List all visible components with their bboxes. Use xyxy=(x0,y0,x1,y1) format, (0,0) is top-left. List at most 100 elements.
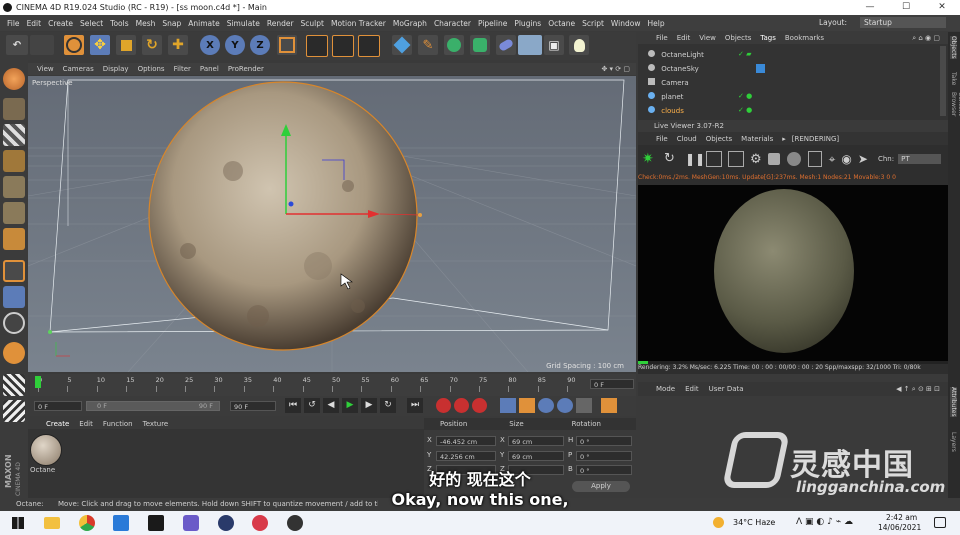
viewport-menu-filter[interactable]: Filter xyxy=(174,65,191,73)
teams-icon[interactable] xyxy=(183,515,199,531)
next-frame-icon[interactable]: ▶ xyxy=(361,398,377,413)
menu-mograph[interactable]: MoGraph xyxy=(393,19,427,28)
restart-render-icon[interactable]: ↻ xyxy=(664,151,680,167)
autokey-icon[interactable] xyxy=(454,398,469,413)
minimize-button[interactable]: — xyxy=(852,0,888,15)
recent-tool-icon[interactable]: ✚ xyxy=(168,35,188,55)
size-x-field[interactable]: 69 cm xyxy=(508,436,564,446)
tab-content-browser[interactable]: Content Browser xyxy=(950,92,960,132)
light-icon[interactable] xyxy=(569,35,589,55)
object-row-selected[interactable]: clouds ✓ ● xyxy=(648,106,938,118)
lv-menu-arrow[interactable]: ▸ xyxy=(782,135,786,143)
record-active-icon[interactable] xyxy=(436,398,451,413)
render-region-icon[interactable] xyxy=(706,151,722,167)
menu-edit[interactable]: Edit xyxy=(27,19,42,28)
attr-menu-userdata[interactable]: User Data xyxy=(709,385,744,393)
material-menu-texture[interactable]: Texture xyxy=(143,420,169,428)
terminal-app-icon[interactable] xyxy=(148,515,164,531)
notification-icon[interactable] xyxy=(934,517,946,528)
send-scene-icon[interactable]: ✷ xyxy=(642,151,658,167)
menu-tools[interactable]: Tools xyxy=(110,19,128,28)
previous-key-icon[interactable]: ↺ xyxy=(304,398,320,413)
objects-menu-edit[interactable]: Edit xyxy=(677,34,691,42)
key-rotate-icon[interactable] xyxy=(538,398,554,413)
start-frame-field[interactable]: 0 F xyxy=(34,401,82,411)
objects-menu-objects[interactable]: Objects xyxy=(725,34,751,42)
scale-tool-icon[interactable] xyxy=(116,35,136,55)
system-tray-icons[interactable]: ᐱ ▣ ◐ ♪ ⌁ ☁ xyxy=(796,517,853,527)
redo-button[interactable] xyxy=(30,35,54,55)
tab-layers[interactable]: Layers xyxy=(950,432,957,452)
grid-lock-icon[interactable] xyxy=(3,374,25,396)
render-settings-icon[interactable] xyxy=(358,35,380,57)
timeline-ruler[interactable]: 051015202530354045505560657075808590 0 F xyxy=(30,374,636,396)
magnet-icon[interactable] xyxy=(3,342,25,364)
maximize-button[interactable]: ☐ xyxy=(888,0,924,15)
clock-time[interactable]: 2:42 am xyxy=(886,513,917,522)
material-swatch[interactable] xyxy=(30,434,62,466)
workplane-snap-icon[interactable] xyxy=(3,400,25,422)
file-explorer-icon[interactable] xyxy=(44,517,60,529)
material-ball-icon[interactable] xyxy=(786,152,801,166)
vscode-icon[interactable] xyxy=(113,515,129,531)
viewport-menu-view[interactable]: View xyxy=(37,65,54,73)
points-mode-icon[interactable] xyxy=(3,176,25,198)
end-frame-field[interactable]: 90 F xyxy=(230,401,276,411)
rot-h-field[interactable]: 0 ° xyxy=(576,436,632,446)
clock-date[interactable]: 14/06/2021 xyxy=(878,523,921,532)
chrome-icon[interactable] xyxy=(79,515,95,531)
layout-dropdown[interactable]: Startup xyxy=(860,17,946,28)
pointer-icon[interactable]: ➤ xyxy=(858,152,868,166)
object-row[interactable]: planet ✓ ● xyxy=(648,92,938,104)
coordinate-system-icon[interactable] xyxy=(277,35,297,55)
menu-render[interactable]: Render xyxy=(267,19,294,28)
menu-file[interactable]: File xyxy=(7,19,20,28)
tweak-mode-icon[interactable] xyxy=(3,286,25,308)
cloner-icon[interactable] xyxy=(470,35,490,55)
axis-mode-icon[interactable] xyxy=(3,260,25,282)
objects-menu-view[interactable]: View xyxy=(699,34,716,42)
floor-environment-icon[interactable] xyxy=(518,35,542,55)
menu-octane[interactable]: Octane xyxy=(548,19,575,28)
viewport-menu-display[interactable]: Display xyxy=(103,65,129,73)
size-y-field[interactable]: 69 cm xyxy=(508,451,564,461)
key-move-icon[interactable] xyxy=(500,398,516,413)
object-row[interactable]: OctaneSky xyxy=(648,64,938,76)
obs-icon[interactable] xyxy=(287,515,303,531)
object-row[interactable]: OctaneLight ✓ ▰ xyxy=(648,50,938,62)
material-menu-edit[interactable]: Edit xyxy=(79,420,93,428)
menu-character[interactable]: Character xyxy=(434,19,471,28)
attr-nav-icons[interactable]: ◀ ↑ ⌕ ⊙ ⊞ ⊡ xyxy=(896,385,940,394)
objects-menu-file[interactable]: File xyxy=(656,34,668,42)
perspective-viewport[interactable]: Perspective Grid Spacing : 100 cm xyxy=(28,76,636,372)
tab-objects[interactable]: Objects xyxy=(950,36,957,59)
next-key-icon[interactable]: ↻ xyxy=(380,398,396,413)
lv-menu-cloud[interactable]: Cloud xyxy=(677,135,697,143)
keyframe-selection-icon[interactable] xyxy=(472,398,487,413)
previous-frame-icon[interactable]: ◀ xyxy=(323,398,339,413)
make-editable-icon[interactable] xyxy=(3,68,25,90)
deformer-icon[interactable] xyxy=(496,35,516,55)
menu-mesh[interactable]: Mesh xyxy=(136,19,156,28)
menu-pipeline[interactable]: Pipeline xyxy=(478,19,507,28)
focus-picker-icon[interactable]: ⌖ xyxy=(829,152,836,167)
clay-mode-icon[interactable] xyxy=(728,151,744,167)
rot-p-field[interactable]: 0 ° xyxy=(576,451,632,461)
viewport-nav-icons[interactable]: ✥ ▾ ⟳ ▢ xyxy=(601,65,630,73)
polygons-mode-icon[interactable] xyxy=(3,228,25,250)
frame-range-slider[interactable]: 0 F 90 F xyxy=(86,401,220,411)
z-axis-lock-button[interactable]: Z xyxy=(250,35,270,55)
menu-create[interactable]: Create xyxy=(48,19,73,28)
object-row[interactable]: Camera xyxy=(648,78,938,90)
undo-button[interactable]: ↶ xyxy=(6,35,28,55)
render-output[interactable] xyxy=(638,185,948,361)
pin-icon[interactable]: ◉ xyxy=(841,152,851,166)
copy-icon[interactable] xyxy=(807,151,822,167)
windows-start-icon[interactable] xyxy=(12,517,24,529)
x-axis-lock-button[interactable]: X xyxy=(200,35,220,55)
menu-snap[interactable]: Snap xyxy=(162,19,181,28)
menu-plugins[interactable]: Plugins xyxy=(514,19,541,28)
settings-gear-icon[interactable]: ⚙ xyxy=(750,152,762,167)
tab-take[interactable]: Take xyxy=(950,72,957,85)
menu-animate[interactable]: Animate xyxy=(188,19,219,28)
